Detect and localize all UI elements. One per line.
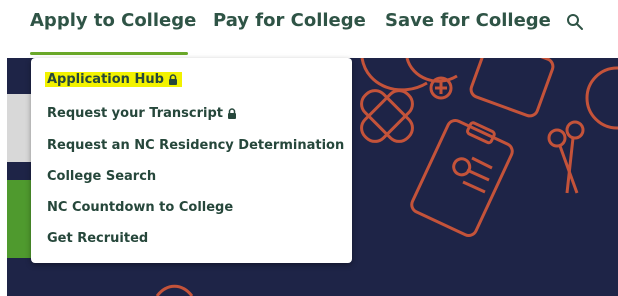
dropdown-item-application-hub[interactable]: Application Hub xyxy=(45,72,182,87)
lock-icon xyxy=(168,74,177,85)
nav-save-for-college[interactable]: Save for College xyxy=(385,10,551,31)
dropdown-item-label: Application Hub xyxy=(47,72,164,87)
dropdown-item-nc-residency[interactable]: Request an NC Residency Determination xyxy=(47,138,344,153)
dropdown-item-label: College Search xyxy=(47,169,157,184)
dropdown-item-label: Get Recruited xyxy=(47,231,149,246)
dropdown-item-get-recruited[interactable]: Get Recruited xyxy=(47,231,148,246)
nav-apply-to-college[interactable]: Apply to College xyxy=(30,10,196,31)
dropdown-item-label: Request an NC Residency Determination xyxy=(47,138,345,153)
top-navigation: Apply to College Pay for College Save fo… xyxy=(0,0,618,56)
dropdown-item-nc-countdown[interactable]: NC Countdown to College xyxy=(47,200,233,215)
apply-dropdown-menu: Application Hub Request your Transcript … xyxy=(31,58,352,263)
nav-pay-for-college[interactable]: Pay for College xyxy=(213,10,366,31)
search-icon[interactable] xyxy=(566,13,584,31)
dropdown-item-label: NC Countdown to College xyxy=(47,200,234,215)
lock-icon xyxy=(228,108,236,119)
dropdown-item-request-transcript[interactable]: Request your Transcript xyxy=(47,106,237,121)
dropdown-item-label: Request your Transcript xyxy=(47,106,223,121)
active-nav-underline xyxy=(30,52,188,55)
dropdown-item-college-search[interactable]: College Search xyxy=(47,169,156,184)
highlighted-label: Application Hub xyxy=(45,72,182,87)
